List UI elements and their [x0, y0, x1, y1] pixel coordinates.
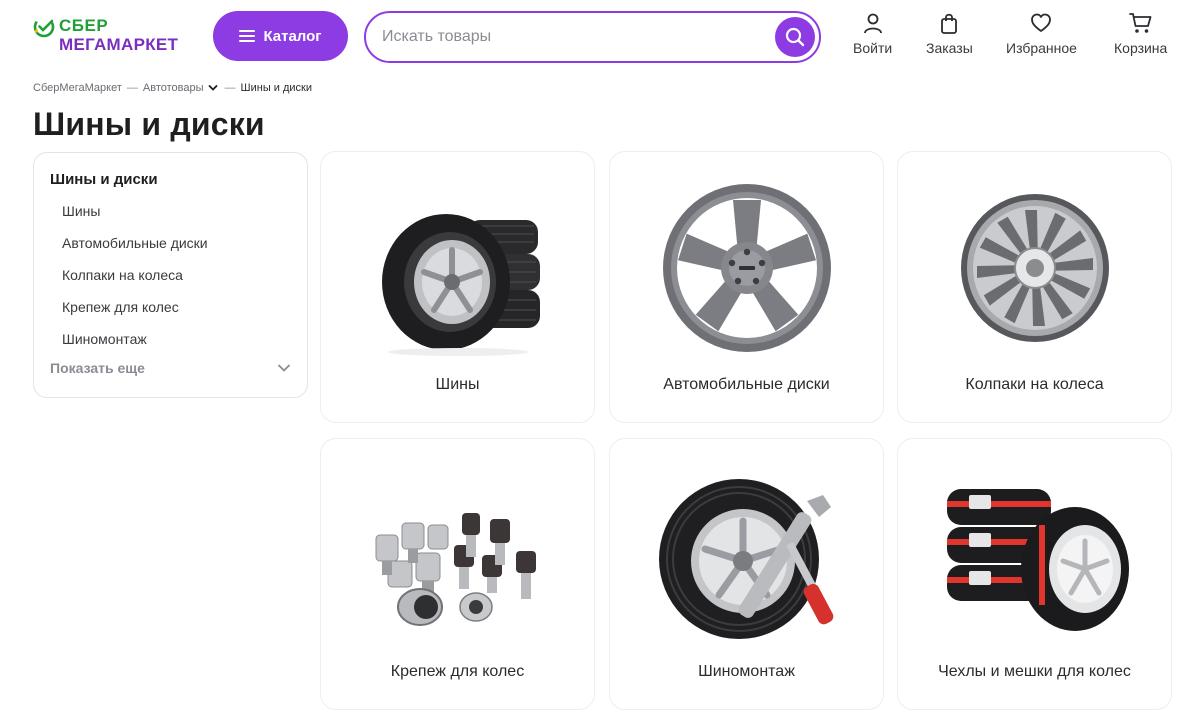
orders-label: Заказы: [926, 40, 973, 56]
cart-icon: [1128, 13, 1152, 33]
category-card-label: Шиномонтаж: [698, 663, 795, 680]
breadcrumb-separator: —: [126, 82, 138, 94]
page-title: Шины и диски: [33, 106, 265, 142]
logo-line-1: СБЕР: [59, 16, 109, 35]
orders-button[interactable]: Заказы: [926, 12, 973, 62]
search-input[interactable]: [382, 13, 772, 61]
chevron-down-icon[interactable]: [208, 84, 218, 92]
category-card-label: Чехлы и мешки для колес: [938, 663, 1131, 680]
logo-line-2: МЕГАМАРКЕТ: [59, 35, 179, 54]
sidebar-heading[interactable]: Шины и диски: [50, 171, 291, 188]
logo[interactable]: СБЕР МЕГАМАРКЕТ: [33, 16, 198, 56]
bag-icon: [941, 13, 958, 34]
category-card-hubcaps[interactable]: Колпаки на колеса: [897, 151, 1172, 423]
category-card-wheels[interactable]: Автомобильные диски: [609, 151, 884, 423]
tires-icon: [358, 178, 558, 358]
sber-logo-icon: [33, 16, 55, 38]
show-more-button[interactable]: Показать еще: [50, 360, 291, 376]
breadcrumb-separator: —: [224, 82, 236, 94]
heart-icon: [1031, 13, 1052, 32]
category-card-tire-service[interactable]: Шиномонтаж: [609, 438, 884, 710]
login-button[interactable]: Войти: [853, 12, 892, 62]
category-card-tires[interactable]: Шины: [320, 151, 595, 423]
sidebar-item-hubcaps[interactable]: Колпаки на колеса: [62, 266, 291, 298]
breadcrumb-autogoods-link[interactable]: Автотовары: [143, 82, 204, 94]
category-card-tire-covers[interactable]: Чехлы и мешки для колес: [897, 438, 1172, 710]
breadcrumb-current: Шины и диски: [240, 82, 313, 94]
sidebar-item-tire-service[interactable]: Шиномонтаж: [62, 330, 291, 362]
tire-service-icon: [647, 465, 847, 645]
user-icon: [863, 13, 882, 34]
login-label: Войти: [853, 40, 893, 56]
category-card-label: Крепеж для колес: [390, 663, 525, 680]
favorites-label: Избранное: [1006, 40, 1077, 56]
alloy-wheel-icon: [647, 178, 847, 358]
category-card-label: Колпаки на колеса: [965, 376, 1104, 393]
breadcrumb-home-link[interactable]: СберМегаМаркет: [33, 82, 122, 94]
show-more-label: Показать еще: [50, 360, 145, 376]
favorites-button[interactable]: Избранное: [1006, 12, 1077, 62]
wheel-bolts-icon: [358, 465, 558, 645]
search-button[interactable]: [775, 17, 815, 57]
category-card-fasteners[interactable]: Крепеж для колес: [320, 438, 595, 710]
search-bar: [364, 11, 821, 63]
catalog-button-label: Каталог: [263, 27, 322, 45]
sidebar-item-fasteners[interactable]: Крепеж для колес: [62, 298, 291, 330]
cart-label: Корзина: [1114, 40, 1168, 56]
category-card-label: Автомобильные диски: [663, 376, 830, 393]
sidebar-item-tires[interactable]: Шины: [62, 202, 291, 234]
category-card-label: Шины: [435, 376, 480, 393]
tire-covers-icon: [935, 465, 1135, 645]
cart-button[interactable]: Корзина: [1114, 12, 1167, 62]
hubcap-icon: [935, 178, 1135, 358]
catalog-button[interactable]: Каталог: [213, 11, 348, 61]
chevron-down-icon: [278, 364, 290, 372]
search-icon: [785, 27, 805, 47]
category-sidebar: Шины и диски Шины Автомобильные диски Ко…: [33, 152, 308, 398]
menu-icon: [239, 30, 256, 42]
header: СБЕР МЕГАМАРКЕТ Каталог Войти Заказы: [0, 0, 1200, 76]
sidebar-item-wheels[interactable]: Автомобильные диски: [62, 234, 291, 266]
breadcrumb: СберМегаМаркет — Автотовары — Шины и дис…: [33, 82, 312, 94]
